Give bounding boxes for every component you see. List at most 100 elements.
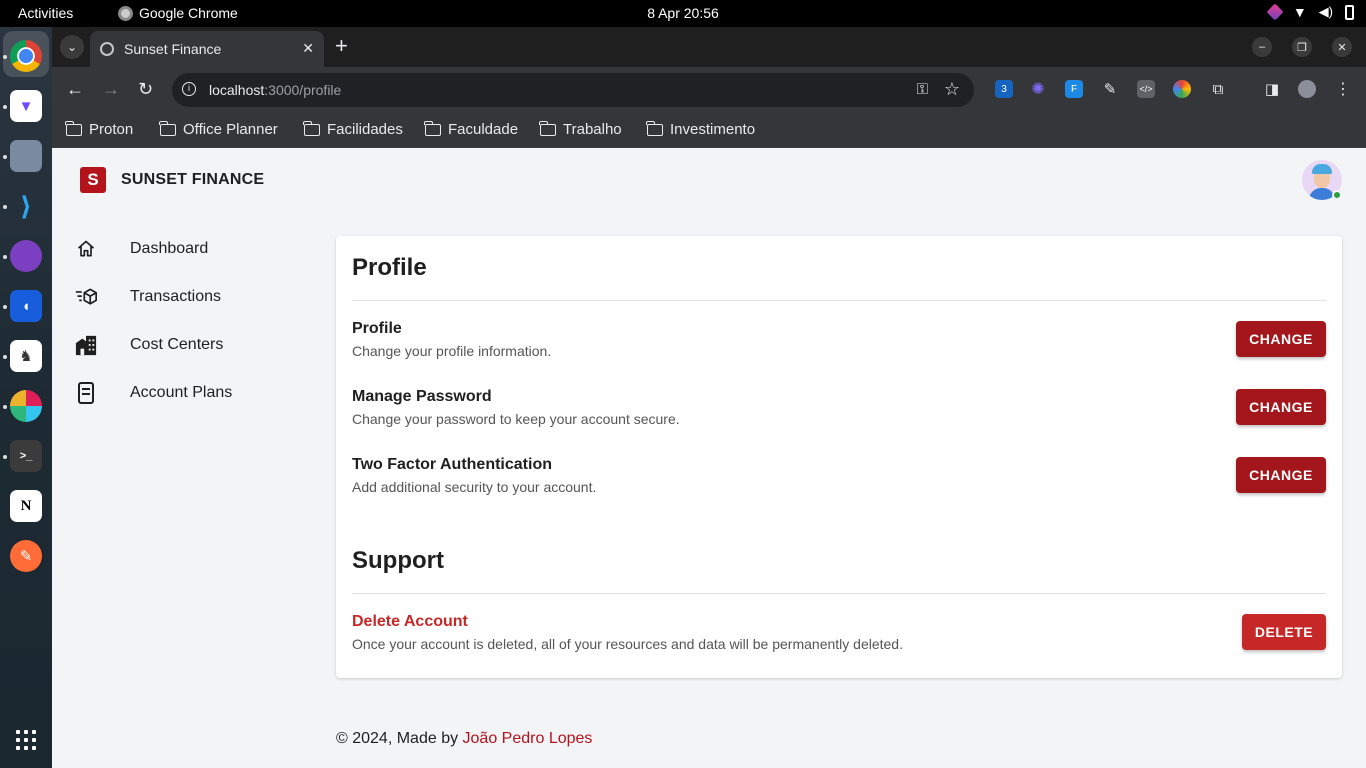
bitwarden-dock-icon[interactable]: ◖ <box>10 290 42 322</box>
extension-icon[interactable]: 3 <box>995 80 1013 98</box>
clock[interactable]: 8 Apr 20:56 <box>647 5 719 21</box>
bookmark-label: Proton <box>89 121 134 138</box>
sidebar-item-cost-centers[interactable]: Cost Centers <box>72 325 312 365</box>
brand-name: SUNSET FINANCE <box>121 171 265 188</box>
delete-account-button[interactable]: DELETE <box>1242 614 1326 650</box>
activities-button[interactable]: Activities <box>18 5 73 21</box>
brand-logo: S <box>80 167 106 193</box>
proton-vpn-dock-icon[interactable]: ▼ <box>10 90 42 122</box>
password-row-description: Change your password to keep your accoun… <box>352 411 680 427</box>
profile-section-title: Profile <box>352 254 427 281</box>
notion-dock-icon[interactable]: N <box>10 490 42 522</box>
url-text[interactable]: localhost:3000/profile <box>209 82 341 98</box>
chrome-dock-icon[interactable] <box>10 40 42 72</box>
postman-dock-icon[interactable]: ✎ <box>10 540 42 572</box>
change-two-factor-button[interactable]: CHANGE <box>1236 457 1326 493</box>
avatar-hair <box>1312 164 1332 174</box>
footer: © 2024, Made by João Pedro Lopes <box>336 730 592 748</box>
battery-icon <box>1345 4 1354 20</box>
delete-account-description: Once your account is deleted, all of you… <box>352 636 903 652</box>
extension-badge: 3 <box>1001 83 1007 95</box>
github-dock-icon[interactable] <box>10 240 42 272</box>
bookmark-office-planner[interactable]: Office Planner <box>159 120 278 138</box>
globe-icon <box>100 42 114 56</box>
system-tray[interactable]: ▼ ◀) <box>1266 3 1354 21</box>
site-info-icon[interactable]: i <box>182 82 196 96</box>
url-host: localhost <box>209 82 265 98</box>
bookmark-trabalho[interactable]: Trabalho <box>539 120 622 138</box>
transactions-icon <box>75 286 97 308</box>
puzzle-icon[interactable]: ⧉ <box>1209 80 1227 98</box>
bookmark-label: Office Planner <box>183 121 278 138</box>
chevron-down-icon: ⌄ <box>66 40 78 54</box>
minimize-button[interactable]: – <box>1252 37 1272 57</box>
sidebar-item-account-plans[interactable]: Account Plans <box>72 373 312 413</box>
back-button[interactable]: ← <box>66 79 84 99</box>
dock-running-dot <box>3 305 7 309</box>
building-icon <box>75 334 97 356</box>
close-tab-icon[interactable]: ✕ <box>302 40 314 57</box>
side-panel-icon[interactable]: ◨ <box>1263 80 1281 98</box>
sidebar-item-dashboard[interactable]: Dashboard <box>72 229 312 269</box>
sidebar-item-label: Cost Centers <box>130 336 224 353</box>
sidebar-item-label: Transactions <box>130 288 221 305</box>
author-link[interactable]: João Pedro Lopes <box>463 730 593 747</box>
close-window-button[interactable]: ✕ <box>1332 37 1352 57</box>
bookmark-star-icon[interactable]: ☆ <box>944 79 960 100</box>
bookmark-proton[interactable]: Proton <box>65 120 134 138</box>
tab-search-button[interactable]: ⌄ <box>60 35 84 59</box>
slack-dock-icon[interactable] <box>10 390 42 422</box>
dock-running-dot <box>3 355 7 359</box>
change-profile-button[interactable]: CHANGE <box>1236 321 1326 357</box>
dock-running-dot <box>3 205 7 209</box>
dock-running-dot <box>3 405 7 409</box>
reload-button[interactable]: ↻ <box>138 79 153 99</box>
sidebar-item-transactions[interactable]: Transactions <box>72 277 312 317</box>
tab-sunset-finance[interactable]: Sunset Finance ✕ <box>90 31 324 67</box>
tab-title: Sunset Finance <box>124 41 222 57</box>
bookmark-investimento[interactable]: Investimento <box>646 120 755 138</box>
notification-icon <box>1266 3 1284 21</box>
maximize-button[interactable]: ❐ <box>1292 37 1312 57</box>
divider <box>352 300 1326 301</box>
extension-icon[interactable]: ✺ <box>1029 80 1047 98</box>
app-menu[interactable]: Google Chrome <box>118 5 238 21</box>
url-path: :3000/profile <box>264 82 342 98</box>
dock-running-dot <box>3 255 7 259</box>
password-key-icon[interactable]: ⚿ <box>917 81 928 98</box>
delete-account-title: Delete Account <box>352 613 468 630</box>
extension-icon[interactable]: </> <box>1137 80 1155 98</box>
home-icon <box>75 238 97 260</box>
app-dock-icon[interactable]: ♞ <box>10 340 42 372</box>
wifi-icon: ▼ <box>1292 4 1307 20</box>
new-tab-button[interactable]: + <box>335 35 348 57</box>
folder-icon <box>646 120 663 136</box>
support-section-title: Support <box>352 547 444 574</box>
brand[interactable]: S SUNSET FINANCE <box>80 167 264 193</box>
change-password-button[interactable]: CHANGE <box>1236 389 1326 425</box>
footer-text: © 2024, Made by <box>336 730 463 747</box>
profile-row-description: Change your profile information. <box>352 343 552 359</box>
dock-running-dot <box>3 55 7 59</box>
bookmark-label: Trabalho <box>563 121 622 138</box>
divider <box>352 593 1326 594</box>
bookmark-label: Facilidades <box>327 121 403 138</box>
sidebar-item-label: Dashboard <box>130 240 209 257</box>
terminal-dock-icon[interactable]: >_ <box>10 440 42 472</box>
online-status-badge <box>1332 190 1342 200</box>
extension-icon[interactable]: F <box>1065 80 1083 98</box>
bookmark-label: Faculdade <box>448 121 519 138</box>
bookmark-faculdade[interactable]: Faculdade <box>424 120 519 138</box>
folder-icon <box>539 120 556 136</box>
files-dock-icon[interactable] <box>10 140 42 172</box>
menu-icon[interactable]: ⋮ <box>1334 80 1352 98</box>
address-bar[interactable]: i localhost:3000/profile ⚿ ☆ <box>172 73 974 107</box>
extension-icon[interactable] <box>1173 80 1191 98</box>
profile-avatar-icon[interactable] <box>1298 80 1316 98</box>
vscode-dock-icon[interactable]: ⟩ <box>10 190 42 222</box>
eyedropper-icon[interactable]: ✎ <box>1101 80 1119 98</box>
show-apps-button[interactable] <box>16 730 36 750</box>
forward-button[interactable]: → <box>102 79 120 99</box>
bookmark-facilidades[interactable]: Facilidades <box>303 120 403 138</box>
page-content: S SUNSET FINANCE Dashboard Transactions <box>52 148 1366 768</box>
